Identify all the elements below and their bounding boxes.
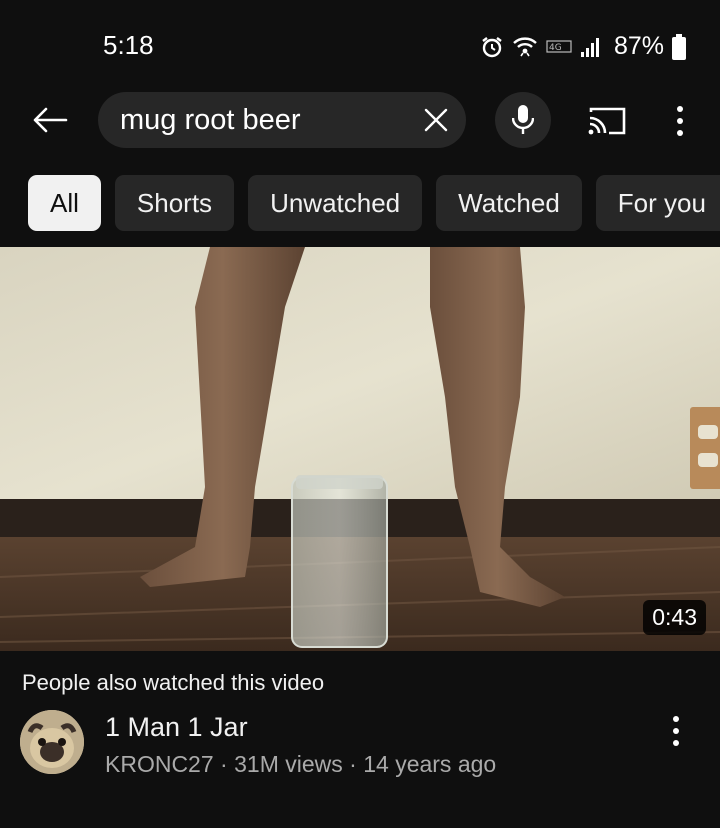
video-duration: 0:43 [643, 600, 706, 635]
back-button[interactable] [30, 104, 70, 136]
volte-icon: 4G [546, 39, 572, 55]
video-title[interactable]: 1 Man 1 Jar [105, 712, 248, 743]
arrow-left-icon [30, 107, 70, 140]
upload-age: 14 years ago [363, 751, 497, 777]
meta-separator: · [349, 751, 357, 777]
battery-percent: 87% [613, 32, 664, 60]
pug-avatar-image [20, 710, 84, 774]
voice-search-button[interactable] [495, 92, 551, 148]
more-vertical-icon [666, 716, 686, 752]
cast-icon [587, 107, 627, 140]
video-meta: KRONC27 · 31M views · 14 years ago [105, 751, 496, 778]
chip-watched[interactable]: Watched [436, 175, 582, 231]
chip-unwatched[interactable]: Unwatched [248, 175, 423, 231]
chip-shorts[interactable]: Shorts [114, 175, 235, 231]
search-header: mug root beer [0, 92, 720, 148]
more-vertical-icon [670, 106, 690, 142]
item-more-button[interactable] [666, 714, 686, 748]
related-video-item[interactable]: 1 Man 1 Jar KRONC27 · 31M views · 14 yea… [0, 706, 720, 786]
meta-separator: · [220, 751, 228, 777]
search-query: mug root beer [120, 104, 301, 136]
cast-button[interactable] [587, 106, 627, 136]
status-bar: 5:18 4G 87% [0, 0, 720, 92]
close-icon [422, 108, 450, 138]
search-input[interactable]: mug root beer [98, 92, 466, 148]
status-icons: 4G 87% [480, 32, 686, 61]
signal-icon [580, 36, 602, 58]
thumbnail-image [0, 247, 720, 651]
svg-text:4G: 4G [549, 43, 562, 53]
view-count: 31M views [234, 751, 343, 777]
chip-for-you[interactable]: For you [595, 175, 720, 231]
channel-avatar[interactable] [20, 710, 84, 774]
filter-chips: All Shorts Unwatched Watched For you [28, 175, 720, 231]
video-thumbnail[interactable]: 0:43 [0, 247, 720, 651]
wifi-icon [512, 34, 538, 60]
clear-search-button[interactable] [422, 106, 450, 134]
section-title: People also watched this video [22, 670, 325, 695]
channel-name[interactable]: KRONC27 [105, 751, 214, 777]
chip-all[interactable]: All [28, 175, 101, 231]
battery-icon [672, 33, 686, 60]
status-time: 5:18 [103, 30, 154, 60]
more-options-button[interactable] [670, 104, 690, 138]
alarm-icon [480, 35, 504, 59]
